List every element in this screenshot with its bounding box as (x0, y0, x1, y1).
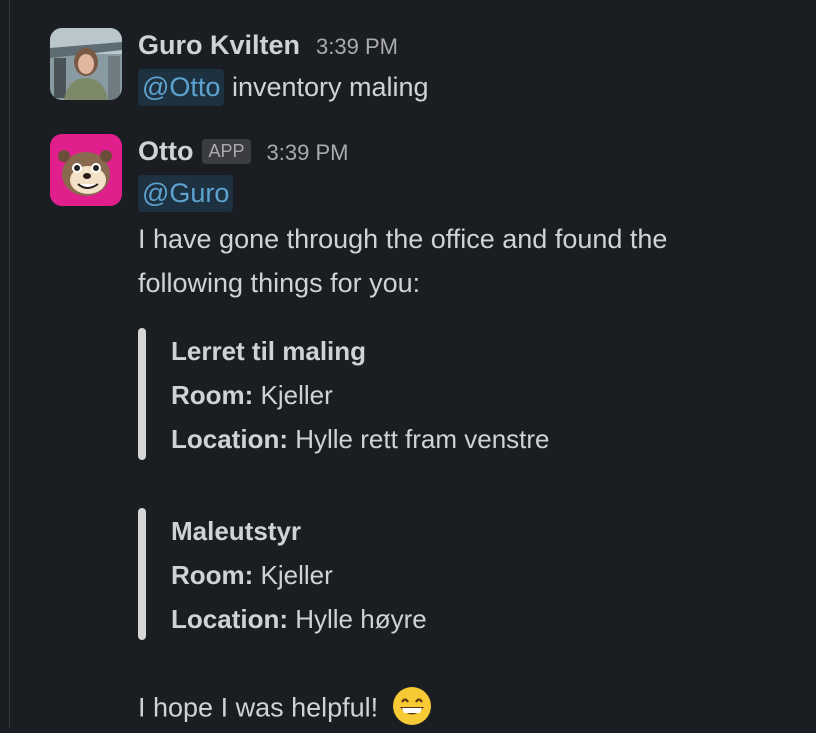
avatar-otto[interactable] (50, 134, 122, 206)
message-text: @Otto inventory maling (138, 69, 429, 106)
attachment-bar (138, 328, 146, 460)
grinning-face-emoji-icon (392, 686, 432, 733)
message-body: inventory maling (224, 72, 429, 102)
closing-text: I hope I was helpful! (138, 692, 379, 723)
author-name[interactable]: Guro Kvilten (138, 30, 300, 61)
item-title: Lerret til maling (171, 336, 367, 366)
mention-guro[interactable]: @Guro (138, 175, 234, 212)
app-badge: APP (202, 139, 251, 164)
left-divider (0, 0, 10, 728)
closing-line: I hope I was helpful! (138, 686, 432, 733)
item-room: Room: Kjeller (171, 380, 333, 410)
avatar-guro[interactable] (50, 28, 122, 100)
intro-line-1: I have gone through the office and found… (138, 224, 668, 254)
item-room: Room: Kjeller (171, 560, 333, 590)
attachment-bar (138, 508, 146, 640)
timestamp[interactable]: 3:39 PM (316, 34, 398, 60)
author-name[interactable]: Otto (138, 136, 193, 167)
mention-otto[interactable]: @Otto (138, 69, 225, 106)
timestamp[interactable]: 3:39 PM (267, 140, 349, 166)
intro-line-2: following things for you: (138, 268, 421, 298)
item-location: Location: Hylle høyre (171, 604, 427, 634)
item-title: Maleutstyr (171, 516, 302, 546)
item-location: Location: Hylle rett fram venstre (171, 424, 550, 454)
